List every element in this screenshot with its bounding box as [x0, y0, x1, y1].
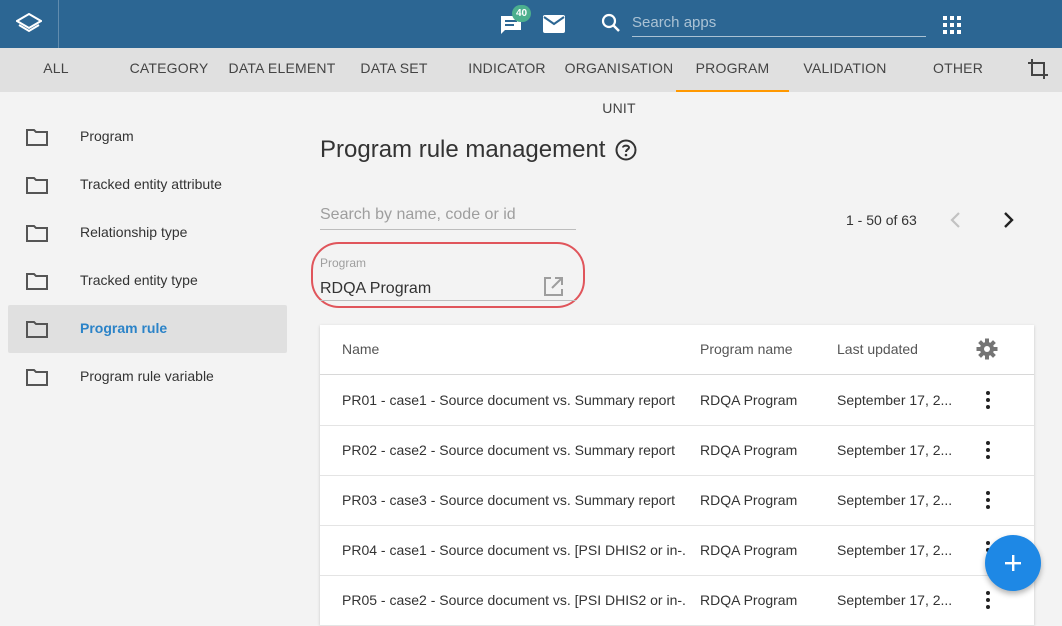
- more-vert-icon[interactable]: [980, 440, 996, 465]
- add-button[interactable]: [985, 535, 1041, 591]
- cell-last-updated: September 17, 2...: [837, 542, 953, 558]
- more-vert-icon[interactable]: [980, 490, 996, 515]
- sidebar-item-tracked-entity-attribute[interactable]: Tracked entity attribute: [8, 161, 287, 209]
- folder-icon: [26, 129, 48, 146]
- page-title: Program rule management: [320, 136, 606, 163]
- tab-data-element[interactable]: DATA ELEMENT: [226, 48, 338, 92]
- cell-name: PR02 - case2 - Source document vs. Summa…: [342, 442, 676, 458]
- program-filter-underline: [320, 300, 576, 301]
- folder-icon: [26, 369, 48, 386]
- search-apps-input[interactable]: [632, 8, 926, 37]
- tab-category[interactable]: CATEGORY: [128, 48, 210, 92]
- column-header-program-name[interactable]: Program name: [700, 341, 793, 357]
- more-vert-icon[interactable]: [980, 390, 996, 415]
- tab-validation[interactable]: VALIDATION: [800, 48, 890, 92]
- table-row[interactable]: PR04 - case1 - Source document vs. [PSI …: [320, 525, 1034, 576]
- search-list-input[interactable]: [320, 200, 576, 230]
- top-header: 40: [0, 0, 1062, 48]
- cell-program-name: RDQA Program: [700, 592, 798, 608]
- tab-indicator[interactable]: INDICATOR: [468, 48, 546, 92]
- dhis2-logo-icon[interactable]: [0, 0, 59, 48]
- tab-other[interactable]: OTHER: [926, 48, 990, 92]
- sidebar-item-tracked-entity-type[interactable]: Tracked entity type: [8, 257, 287, 305]
- cell-program-name: RDQA Program: [700, 542, 798, 558]
- sidebar-item-label: Program: [80, 128, 134, 144]
- help-icon[interactable]: [615, 139, 637, 166]
- column-header-last-updated[interactable]: Last updated: [837, 341, 918, 357]
- sidebar-item-program-rule[interactable]: Program rule: [8, 305, 287, 353]
- next-page-icon[interactable]: [1000, 210, 1016, 235]
- program-filter-label: Program: [320, 256, 367, 270]
- folder-icon: [26, 225, 48, 242]
- program-filter-value[interactable]: RDQA Program: [320, 280, 431, 298]
- sidebar-item-label: Relationship type: [80, 224, 188, 240]
- cell-program-name: RDQA Program: [700, 442, 798, 458]
- section-tabs: ALL CATEGORY DATA ELEMENT DATA SET INDIC…: [0, 48, 1062, 116]
- more-vert-icon[interactable]: [980, 590, 996, 615]
- cell-last-updated: September 17, 2...: [837, 592, 953, 608]
- pager-range: 1 - 50 of 63: [846, 212, 917, 228]
- folder-icon: [26, 321, 48, 338]
- cell-name: PR03 - case3 - Source document vs. Summa…: [342, 492, 676, 508]
- sidebar-item-label: Program rule variable: [80, 368, 214, 384]
- cell-last-updated: September 17, 2...: [837, 392, 953, 408]
- sidebar-item-label: Program rule: [80, 320, 168, 336]
- table-row[interactable]: PR05 - case2 - Source document vs. [PSI …: [320, 575, 1034, 626]
- tab-data-set[interactable]: DATA SET: [356, 48, 432, 92]
- cell-name: PR04 - case1 - Source document vs. [PSI …: [342, 542, 687, 558]
- tab-all[interactable]: ALL: [20, 48, 92, 92]
- cell-name: PR01 - case1 - Source document vs. Summa…: [342, 392, 676, 408]
- notification-badge: 40: [512, 5, 531, 22]
- column-header-name[interactable]: Name: [342, 341, 379, 357]
- prev-page-icon[interactable]: [948, 210, 964, 235]
- apps-grid-icon[interactable]: [942, 15, 962, 35]
- sidebar-item-label: Tracked entity attribute: [80, 176, 222, 192]
- cell-last-updated: September 17, 2...: [837, 442, 953, 458]
- folder-icon: [26, 177, 48, 194]
- sidebar-item-program[interactable]: Program: [8, 113, 287, 161]
- mail-icon[interactable]: [542, 13, 566, 35]
- table-row[interactable]: PR03 - case3 - Source document vs. Summa…: [320, 475, 1034, 526]
- sidebar-item-label: Tracked entity type: [80, 272, 198, 288]
- column-settings-gear-icon[interactable]: [976, 338, 998, 365]
- search-icon: [600, 12, 622, 34]
- folder-icon: [26, 273, 48, 290]
- plus-icon: [1005, 555, 1021, 571]
- cell-program-name: RDQA Program: [700, 492, 798, 508]
- open-in-new-icon[interactable]: [543, 276, 564, 302]
- crop-icon[interactable]: [1026, 57, 1050, 81]
- sidebar-item-relationship-type[interactable]: Relationship type: [8, 209, 287, 257]
- tab-organisation-unit[interactable]: ORGANISATION UNIT: [548, 48, 690, 116]
- sidebar-item-program-rule-variable[interactable]: Program rule variable: [8, 353, 287, 401]
- cell-program-name: RDQA Program: [700, 392, 798, 408]
- cell-last-updated: September 17, 2...: [837, 492, 953, 508]
- table-row[interactable]: PR01 - case1 - Source document vs. Summa…: [320, 375, 1034, 426]
- tab-program[interactable]: PROGRAM: [676, 48, 789, 92]
- cell-name: PR05 - case2 - Source document vs. [PSI …: [342, 592, 687, 608]
- program-rule-table: Name Program name Last updated PR01 - ca…: [320, 325, 1034, 626]
- table-row[interactable]: PR02 - case2 - Source document vs. Summa…: [320, 425, 1034, 476]
